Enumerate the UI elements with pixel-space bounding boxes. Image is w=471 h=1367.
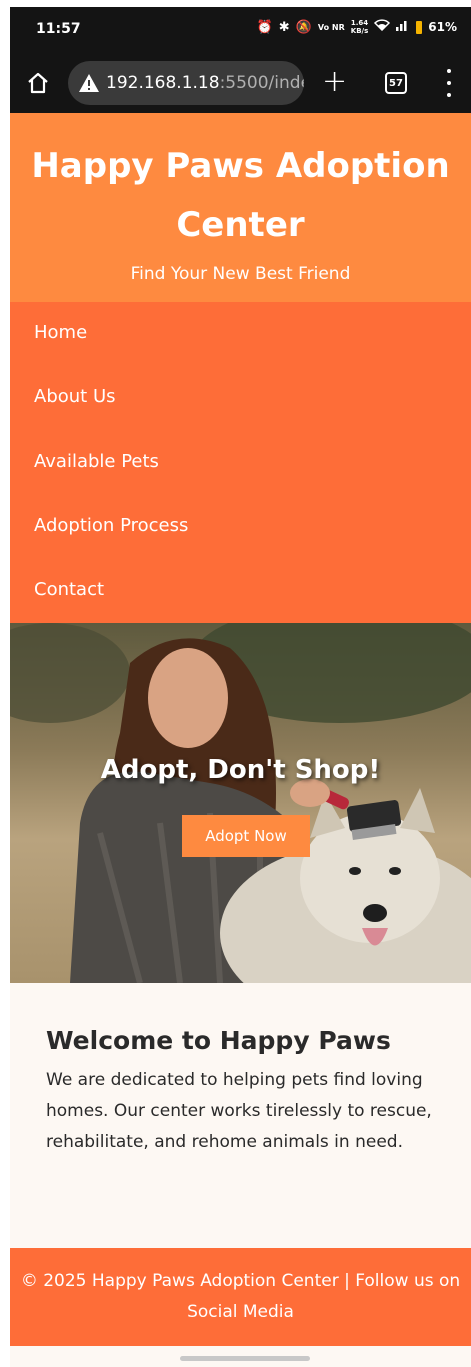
nav-item-adoption-process[interactable]: Adoption Process [34, 514, 188, 538]
wifi-icon [374, 19, 391, 35]
battery-icon [416, 20, 423, 34]
nav-item-home[interactable]: Home [34, 321, 87, 345]
status-bar: 11:57 ⏰ ✱ 🔕 Vo NR 1.64 KB/s 61% [10, 7, 471, 55]
new-tab-button[interactable]: + [322, 65, 347, 99]
welcome-section: Welcome to Happy Paws We are dedicated t… [46, 1023, 446, 1158]
status-time: 11:57 [36, 21, 81, 37]
network-speed: 1.64 KB/s [351, 19, 368, 35]
alarm-icon: ⏰ [256, 19, 273, 35]
hero-heading: Adopt, Don't Shop! [100, 755, 381, 785]
network-speed-value: 1.64 [350, 19, 369, 27]
tab-switcher-button[interactable]: 57 [385, 72, 407, 94]
url-host: 192.168.1.18 [106, 73, 220, 93]
address-bar[interactable]: 192.168.1.18:5500/inde [68, 61, 304, 105]
site-header: Happy Paws Adoption Center Find Your New… [10, 113, 471, 302]
hero-image [10, 623, 471, 983]
welcome-text: We are dedicated to helping pets find lo… [46, 1070, 432, 1152]
main-nav: Home About Us Available Pets Adoption Pr… [10, 302, 471, 623]
browser-toolbar: 192.168.1.18:5500/inde + 57 [10, 55, 471, 113]
site-footer: © 2025 Happy Paws Adoption Center | Foll… [10, 1248, 471, 1346]
welcome-heading: Welcome to Happy Paws [46, 1026, 391, 1055]
site-subtitle: Find Your New Best Friend [130, 264, 351, 284]
network-label: Vo NR [317, 22, 345, 32]
footer-text: © 2025 Happy Paws Adoption Center | Foll… [20, 1271, 461, 1322]
nav-item-contact[interactable]: Contact [34, 578, 104, 602]
adopt-now-button[interactable]: Adopt Now [182, 815, 310, 857]
phone-screen: 11:57 ⏰ ✱ 🔕 Vo NR 1.64 KB/s 61% 192.168.… [10, 7, 471, 1367]
gesture-bar[interactable] [180, 1356, 310, 1361]
hero-banner: Adopt, Don't Shop! Adopt Now [10, 623, 471, 983]
battery-percent: 61% [428, 20, 457, 34]
network-speed-unit: KB/s [350, 27, 369, 35]
notifications-off-icon: 🔕 [295, 19, 312, 35]
site-title: Happy Paws Adoption Center [31, 146, 450, 245]
bluetooth-icon: ✱ [278, 19, 290, 35]
warning-icon [79, 74, 99, 92]
signal-icon [396, 19, 410, 35]
url-path: :5500/inde [219, 73, 304, 93]
home-icon[interactable] [26, 71, 50, 95]
status-icons: ⏰ ✱ 🔕 Vo NR 1.64 KB/s 61% [257, 19, 457, 35]
nav-item-available-pets[interactable]: Available Pets [34, 450, 159, 474]
more-vert-icon[interactable] [446, 69, 452, 97]
nav-item-about-us[interactable]: About Us [34, 385, 116, 409]
